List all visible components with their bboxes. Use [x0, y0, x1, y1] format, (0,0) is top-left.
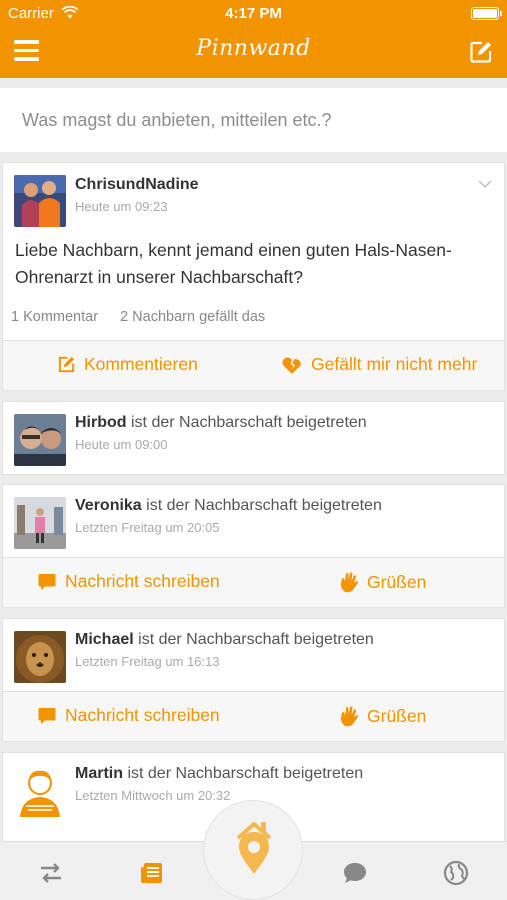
swap-icon[interactable]: [38, 860, 64, 886]
greet-button[interactable]: Grüßen: [339, 571, 426, 593]
post-actions: Kommentieren Gefällt mir nicht mehr: [3, 340, 504, 390]
join-actions: Nachricht schreiben Grüßen: [3, 557, 504, 607]
member-name[interactable]: Michael: [75, 631, 134, 648]
hand-wave-icon: [340, 572, 358, 593]
home-location-icon: [236, 822, 272, 874]
home-location-button[interactable]: [203, 800, 303, 900]
join-timestamp: Letzten Freitag um 16:13: [75, 654, 220, 669]
post-card: ChrisundNadine Heute um 09:23 Liebe Nach…: [2, 162, 505, 391]
join-timestamp: Letzten Mittwoch um 20:32: [75, 788, 231, 803]
clock: 4:17 PM: [225, 5, 282, 22]
join-timestamp: Letzten Freitag um 20:05: [75, 520, 220, 535]
greet-button[interactable]: Grüßen: [339, 705, 426, 727]
avatar[interactable]: [14, 765, 66, 817]
message-icon: [38, 707, 56, 724]
chevron-down-icon[interactable]: [478, 177, 492, 191]
like-count[interactable]: 2 Nachbarn gefällt das: [120, 309, 265, 325]
join-title: Veronika ist der Nachbarschaft beigetret…: [75, 497, 382, 514]
member-name[interactable]: Hirbod: [75, 414, 127, 431]
join-card: Hirbod ist der Nachbarschaft beigetreten…: [2, 401, 505, 475]
composer: [0, 88, 507, 152]
join-timestamp: Heute um 09:00: [75, 437, 168, 452]
unlike-button[interactable]: Gefällt mir nicht mehr: [281, 354, 477, 375]
compose-icon[interactable]: [469, 40, 493, 64]
chat-icon[interactable]: [342, 860, 368, 886]
edit-icon: [58, 356, 75, 373]
member-name[interactable]: Martin: [75, 765, 123, 782]
avatar[interactable]: [14, 631, 66, 683]
avatar[interactable]: [14, 497, 66, 549]
nav-bar: Pinnwand: [0, 26, 507, 78]
member-name[interactable]: Veronika: [75, 497, 142, 514]
join-card: Michael ist der Nachbarschaft beigetrete…: [2, 618, 505, 742]
battery-icon: [471, 7, 502, 20]
page-title: Pinnwand: [196, 36, 311, 61]
join-title: Hirbod ist der Nachbarschaft beigetreten: [75, 414, 367, 431]
comment-count[interactable]: 1 Kommentar: [11, 309, 98, 325]
status-bar: Carrier 4:17 PM: [0, 0, 507, 26]
join-title: Michael ist der Nachbarschaft beigetrete…: [75, 631, 374, 648]
avatar[interactable]: [14, 414, 66, 466]
message-button[interactable]: Nachricht schreiben: [37, 705, 220, 726]
join-actions: Nachricht schreiben Grüßen: [3, 691, 504, 741]
message-icon: [38, 573, 56, 590]
author-name[interactable]: ChrisundNadine: [75, 176, 199, 194]
avatar[interactable]: [14, 175, 66, 227]
join-title: Martin ist der Nachbarschaft beigetreten: [75, 765, 364, 782]
broken-heart-icon: [282, 357, 301, 374]
newsfeed-icon[interactable]: [139, 860, 165, 886]
post-stats: 1 Kommentar 2 Nachbarn gefällt das: [11, 309, 283, 325]
globe-icon[interactable]: [443, 860, 469, 886]
post-input[interactable]: [0, 88, 507, 152]
join-card: Veronika ist der Nachbarschaft beigetret…: [2, 484, 505, 608]
message-button[interactable]: Nachricht schreiben: [37, 571, 220, 592]
post-timestamp: Heute um 09:23: [75, 199, 168, 214]
post-text: Liebe Nachbarn, kennt jemand einen guten…: [15, 240, 452, 287]
comment-button[interactable]: Kommentieren: [57, 354, 198, 375]
hand-wave-icon: [340, 706, 358, 727]
